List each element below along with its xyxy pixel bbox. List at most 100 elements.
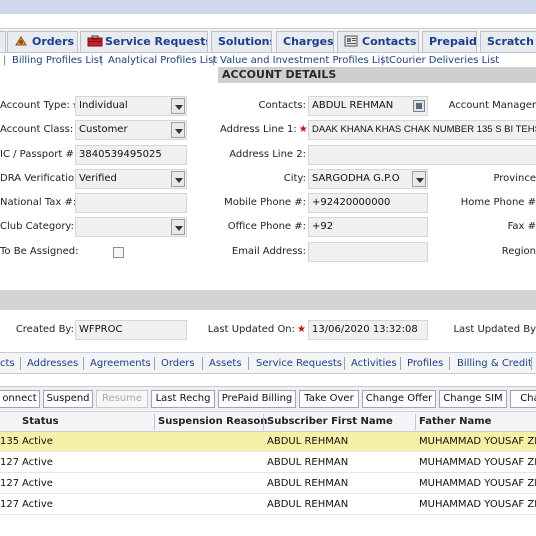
change-sim-button[interactable]: Change SIM	[439, 390, 507, 408]
cnic-field[interactable]: 3840539495025	[75, 145, 187, 165]
detail-tabs-bar: cts Addresses Agreements Orders Assets S…	[0, 352, 536, 374]
orders-icon	[14, 34, 28, 46]
last-updated-on-field[interactable]: 13/06/2020 13:32:08	[308, 320, 428, 340]
cell-id: 127	[0, 457, 18, 468]
cell-first-name: ABDUL REHMAN	[267, 499, 349, 510]
link-billing-profiles[interactable]: Billing Profiles List	[12, 55, 103, 66]
tab-separator	[248, 357, 249, 370]
mobile-phone-field[interactable]: +92420000000	[308, 193, 428, 213]
nav-tab-service-requests[interactable]: Service Requests	[80, 31, 208, 52]
cell-father-name: MUHAMMAD YOUSAF ZIYA	[419, 478, 536, 489]
nav-tab-scratch[interactable]: Scratch C	[480, 31, 536, 52]
city-label: City:	[283, 173, 306, 184]
cnic-label: IC / Passport #:	[0, 149, 78, 160]
account-manager-label: Account Manager	[448, 100, 536, 111]
link-analytical-profiles[interactable]: Analytical Profiles List	[108, 55, 217, 66]
picker-icon[interactable]	[413, 100, 425, 112]
nav-tab-left-stub[interactable]	[0, 31, 6, 52]
last-recharge-button[interactable]: Last Rechg	[151, 390, 215, 408]
prepaid-billing-button[interactable]: PrePaid Billing	[218, 390, 296, 408]
change-offer-button[interactable]: Change Offer	[362, 390, 436, 408]
email-field[interactable]	[308, 242, 428, 262]
address-line-1-field[interactable]: DAAK KHANA KHAS CHAK NUMBER 135 S BI TEH…	[308, 120, 536, 140]
office-phone-field[interactable]: +92	[308, 217, 428, 237]
email-label: Email Address:	[231, 246, 306, 257]
tab-agreements[interactable]: Agreements	[90, 355, 151, 372]
cell-suspension-reason	[154, 432, 263, 452]
account-type-label: Account Type:★	[0, 100, 81, 111]
to-be-assigned-label: To Be Assigned:	[0, 246, 79, 257]
change-more-button[interactable]: Cha	[510, 390, 536, 408]
account-type-select[interactable]: Individual	[75, 96, 187, 116]
tab-separator	[83, 357, 84, 370]
tab-activities[interactable]: Activities	[351, 355, 397, 372]
cell-status: Active	[22, 478, 53, 489]
table-row[interactable]: 135 Active ABDUL REHMAN MUHAMMAD YOUSAF …	[0, 432, 536, 452]
table-row[interactable]: 127 Active ABDUL REHMAN MUHAMMAD YOUSAF …	[0, 453, 536, 473]
tab-orders[interactable]: Orders	[161, 355, 195, 372]
column-header-father-name[interactable]: Father Name	[415, 412, 536, 432]
column-header-suspension-reason[interactable]: Suspension Reason	[154, 412, 267, 432]
asset-toolbar: onnect Suspend Resume Last Rechg PrePaid…	[0, 386, 536, 410]
cell-first-name: ABDUL REHMAN	[267, 478, 349, 489]
nav-tab-orders[interactable]: Orders	[7, 31, 78, 52]
tab-separator	[400, 357, 401, 370]
cell-father-name: MUHAMMAD YOUSAF ZIYA	[419, 457, 536, 468]
table-row[interactable]: 127 Active ABDUL REHMAN MUHAMMAD YOUSAF …	[0, 495, 536, 515]
nav-tab-charges[interactable]: Charges	[276, 31, 334, 52]
nadra-verification-select[interactable]: Verified	[75, 169, 187, 189]
tab-service-requests[interactable]: Service Requests	[256, 355, 342, 372]
tab-contacts[interactable]: cts	[0, 355, 15, 372]
cell-father-name: MUHAMMAD YOUSAF ZIYA	[419, 436, 536, 447]
chevron-down-icon[interactable]	[412, 171, 426, 187]
cell-id: 135	[0, 436, 18, 447]
contacts-field[interactable]: ABDUL REHMAN	[308, 96, 428, 116]
take-over-button[interactable]: Take Over	[299, 390, 359, 408]
account-class-select[interactable]: Customer	[75, 120, 187, 140]
tab-billing-credit[interactable]: Billing & Credit	[457, 355, 532, 372]
suspend-button[interactable]: Suspend	[43, 390, 93, 408]
tab-assets[interactable]: Assets	[209, 355, 242, 372]
last-updated-on-label: Last Updated On: ★	[207, 324, 306, 335]
national-tax-label: National Tax #:	[0, 197, 77, 208]
nadra-verification-label: DRA Verification:	[0, 173, 84, 184]
cell-suspension-reason	[154, 474, 263, 494]
link-separator: |	[3, 55, 7, 66]
club-category-select[interactable]	[75, 217, 187, 237]
table-row[interactable]: 127 Active ABDUL REHMAN MUHAMMAD YOUSAF …	[0, 474, 536, 494]
nav-tab-contacts[interactable]: Contacts	[337, 31, 419, 52]
cell-status: Active	[22, 499, 53, 510]
cell-status: Active	[22, 436, 53, 447]
office-phone-label: Office Phone #:	[227, 221, 306, 232]
disconnect-button[interactable]: onnect	[0, 390, 40, 408]
cell-id: 127	[0, 478, 18, 489]
sub-links-bar: | Billing Profiles List | Analytical Pro…	[0, 54, 536, 68]
cell-first-name: ABDUL REHMAN	[267, 457, 349, 468]
city-select[interactable]: SARGODHA G.P.O	[308, 169, 428, 189]
account-details-header: ACCOUNT DETAILS	[218, 67, 536, 83]
tab-addresses[interactable]: Addresses	[27, 355, 78, 372]
chevron-down-icon[interactable]	[171, 219, 185, 235]
cell-id: 127	[0, 499, 18, 510]
tab-profiles[interactable]: Profiles	[407, 355, 443, 372]
cell-status: Active	[22, 457, 53, 468]
link-value-investment-profiles[interactable]: Value and Investment Profiles List	[220, 55, 389, 66]
chevron-down-icon[interactable]	[171, 122, 185, 138]
created-by-field[interactable]: WFPROC	[75, 320, 187, 340]
cell-suspension-reason	[154, 453, 263, 473]
column-header-first-name[interactable]: Subscriber First Name	[263, 412, 415, 432]
chevron-down-icon[interactable]	[171, 98, 185, 114]
address-line-2-field[interactable]	[308, 145, 536, 165]
to-be-assigned-checkbox[interactable]	[113, 247, 124, 258]
national-tax-field[interactable]	[75, 193, 187, 213]
link-courier-deliveries[interactable]: Courier Deliveries List	[389, 55, 499, 66]
column-header-id[interactable]	[0, 412, 18, 432]
nav-tab-prepaid[interactable]: Prepaid	[422, 31, 477, 52]
contacts-label: Contacts:	[258, 100, 307, 111]
tab-separator	[344, 357, 345, 370]
resume-button: Resume	[96, 390, 148, 408]
chevron-down-icon[interactable]	[171, 171, 185, 187]
fax-label: Fax #	[507, 221, 536, 232]
column-header-status[interactable]: Status	[18, 412, 154, 432]
nav-tab-solutions[interactable]: Solutions	[211, 31, 272, 52]
